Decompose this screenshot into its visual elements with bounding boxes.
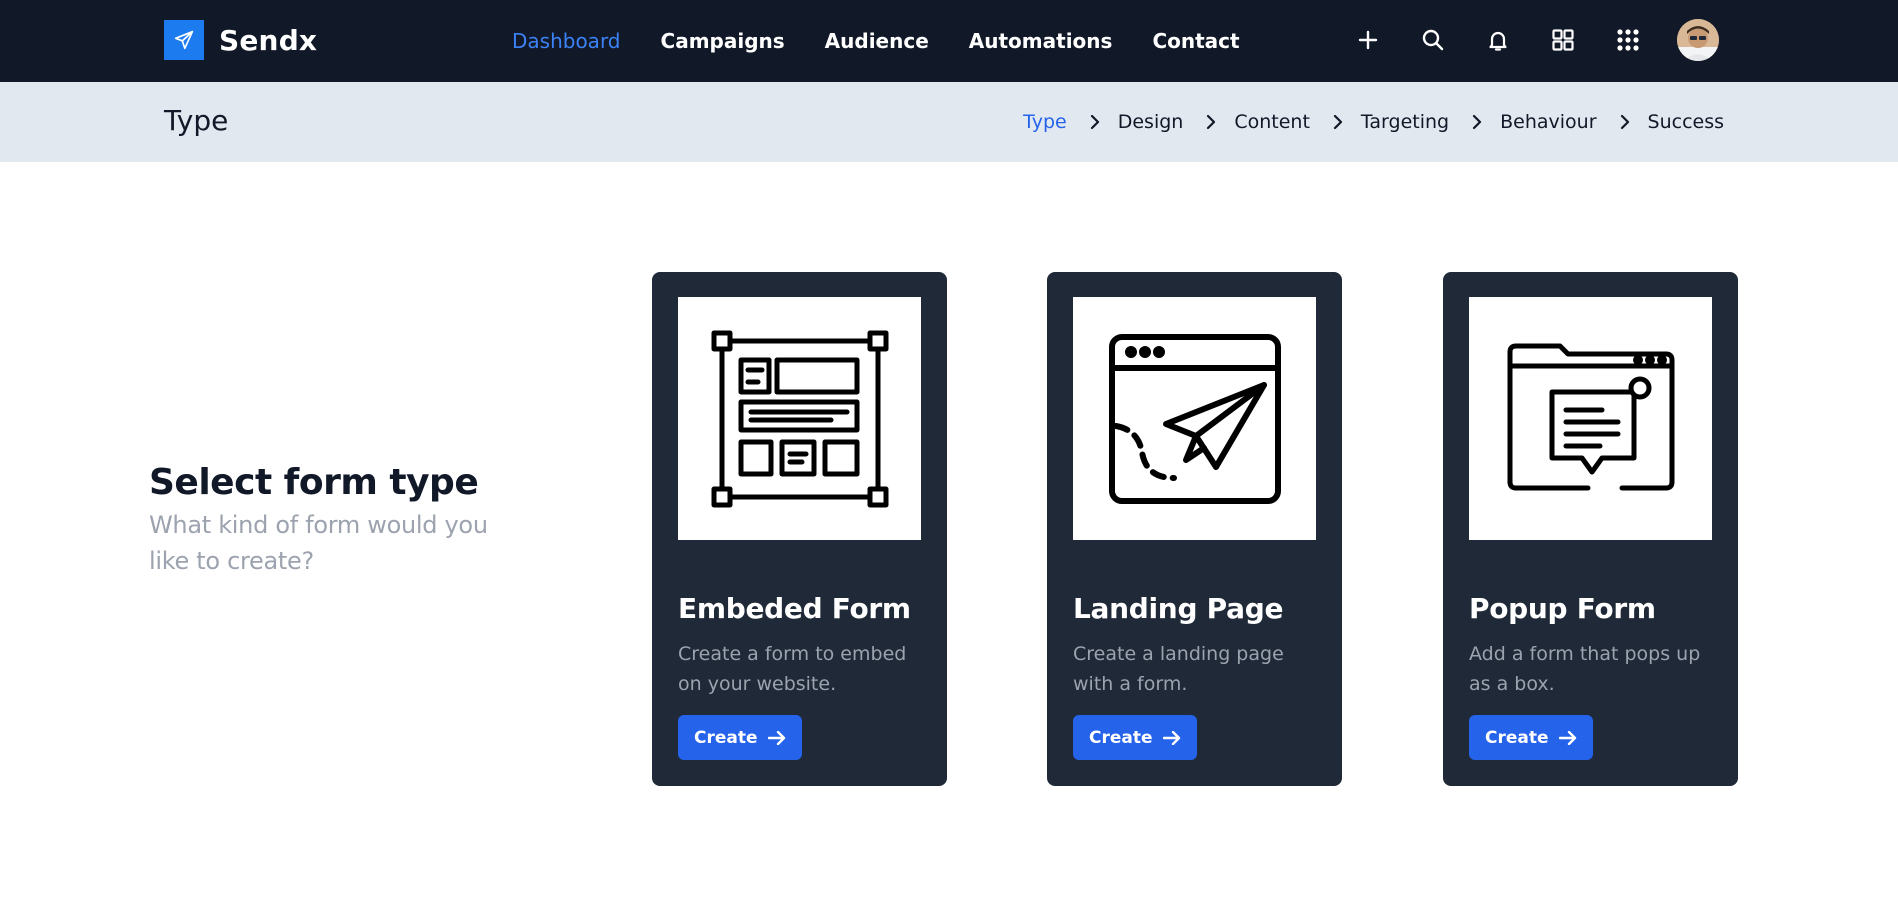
step-success[interactable]: Success bbox=[1648, 111, 1724, 133]
step-content[interactable]: Content bbox=[1234, 111, 1310, 133]
avatar[interactable] bbox=[1677, 19, 1719, 61]
brand-link[interactable]: Sendx bbox=[164, 20, 317, 60]
card-landing-page: Landing Page Create a landing page with … bbox=[1047, 272, 1342, 786]
nav-link-automations[interactable]: Automations bbox=[969, 29, 1113, 53]
create-popup-form-button[interactable]: Create bbox=[1469, 715, 1593, 760]
popup-form-icon bbox=[1469, 297, 1712, 540]
search-icon[interactable] bbox=[1417, 24, 1449, 56]
card-description: Create a form to embed on your website. bbox=[678, 643, 907, 695]
nav-link-audience[interactable]: Audience bbox=[825, 29, 929, 53]
card-popup-form: Popup Form Add a form that pops up as a … bbox=[1443, 272, 1738, 786]
step-type[interactable]: Type bbox=[1023, 111, 1067, 133]
nav-link-campaigns[interactable]: Campaigns bbox=[661, 29, 785, 53]
intro-title: Select form type bbox=[149, 462, 479, 503]
embedded-form-icon bbox=[678, 297, 921, 540]
create-landing-page-button[interactable]: Create bbox=[1073, 715, 1197, 760]
page-title: Type bbox=[164, 104, 229, 137]
intro-subtitle: What kind of form would you like to crea… bbox=[149, 511, 488, 575]
card-description: Add a form that pops up as a box. bbox=[1469, 643, 1701, 695]
grid-icon[interactable] bbox=[1547, 24, 1579, 56]
stepper-breadcrumb: Type Design Content Targeting Behaviour … bbox=[1023, 82, 1724, 162]
step-targeting[interactable]: Targeting bbox=[1361, 111, 1449, 133]
nav-link-contact[interactable]: Contact bbox=[1152, 29, 1239, 53]
step-design[interactable]: Design bbox=[1118, 111, 1184, 133]
brand-name: Sendx bbox=[219, 23, 318, 57]
arrow-right-icon bbox=[767, 730, 786, 745]
step-behaviour[interactable]: Behaviour bbox=[1500, 111, 1596, 133]
stepper-bar: Type Type Design Content Targeting Behav… bbox=[0, 82, 1898, 162]
main-nav: Dashboard Campaigns Audience Automations… bbox=[512, 0, 1280, 82]
create-embedded-form-button[interactable]: Create bbox=[678, 715, 802, 760]
nav-actions bbox=[1352, 16, 1719, 64]
paper-plane-icon bbox=[164, 20, 204, 60]
card-title: Landing Page bbox=[1073, 592, 1284, 625]
create-button-label: Create bbox=[1089, 727, 1153, 748]
card-description: Create a landing page with a form. bbox=[1073, 643, 1284, 695]
apps-icon[interactable] bbox=[1612, 24, 1644, 56]
plus-icon[interactable] bbox=[1352, 24, 1384, 56]
landing-page-icon bbox=[1073, 297, 1316, 540]
arrow-right-icon bbox=[1162, 730, 1181, 745]
arrow-right-icon bbox=[1558, 730, 1577, 745]
bell-icon[interactable] bbox=[1482, 24, 1514, 56]
create-button-label: Create bbox=[694, 727, 758, 748]
card-embedded-form: Embeded Form Create a form to embed on y… bbox=[652, 272, 947, 786]
nav-link-dashboard[interactable]: Dashboard bbox=[512, 29, 621, 53]
chevron-right-icon bbox=[1471, 113, 1483, 131]
intro-section: Select form type What kind of form would… bbox=[149, 462, 489, 579]
create-button-label: Create bbox=[1485, 727, 1549, 748]
chevron-right-icon bbox=[1619, 113, 1631, 131]
chevron-right-icon bbox=[1089, 113, 1101, 131]
card-title: Embeded Form bbox=[678, 592, 911, 625]
top-navbar: Sendx Dashboard Campaigns Audience Autom… bbox=[0, 0, 1898, 82]
chevron-right-icon bbox=[1332, 113, 1344, 131]
card-title: Popup Form bbox=[1469, 592, 1656, 625]
chevron-right-icon bbox=[1205, 113, 1217, 131]
